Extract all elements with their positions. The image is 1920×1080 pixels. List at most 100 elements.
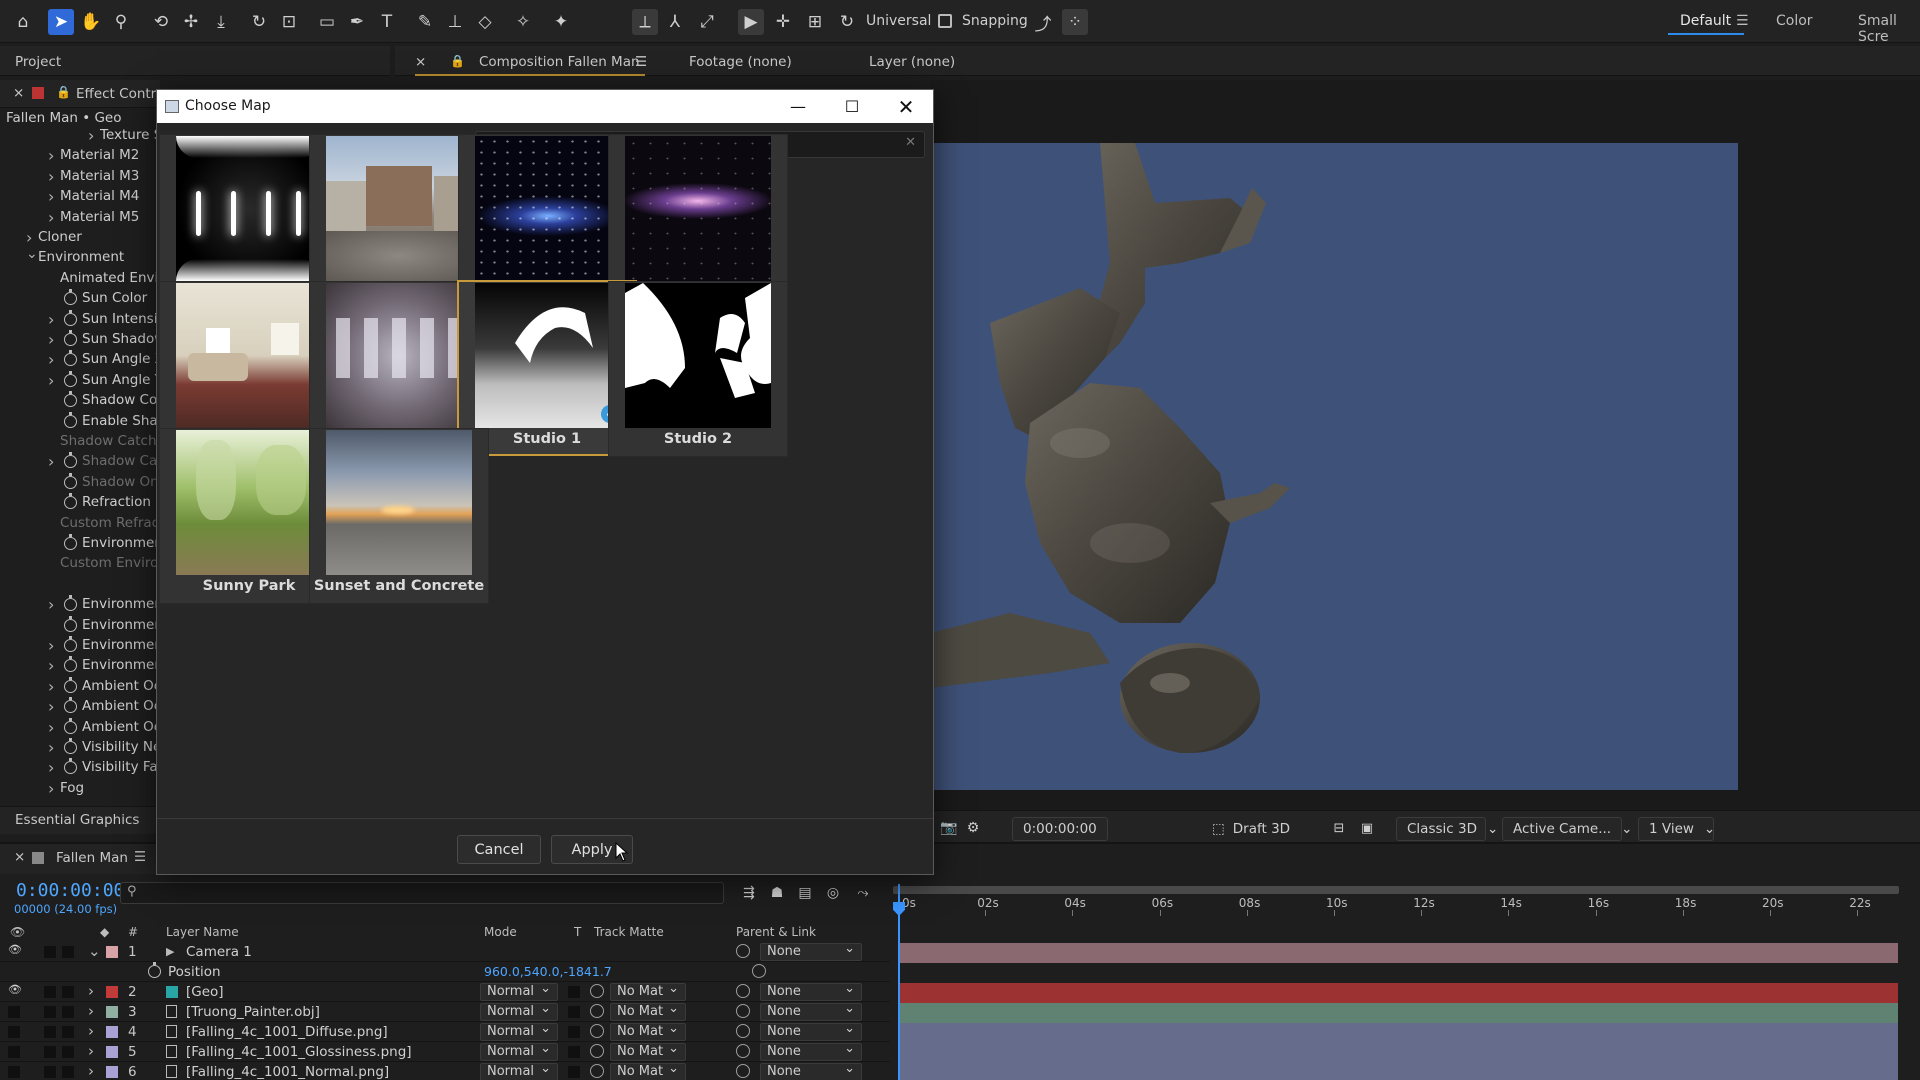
- extended-viewer-icon[interactable]: ▣: [1354, 815, 1380, 841]
- pan-camera-icon[interactable]: ✢: [178, 9, 204, 35]
- zoom-tool-icon[interactable]: ⚲: [108, 9, 134, 35]
- effect-tree-row[interactable]: › Texture S: [0, 126, 160, 146]
- eye-icon[interactable]: 👁: [8, 983, 22, 996]
- effect-controls-tab[interactable]: Effect Contro: [76, 86, 164, 102]
- layer-row[interactable]: › 4 [Falling_4c_1001_Diffuse.png] Normal No …: [0, 1021, 890, 1042]
- chevron-right-icon[interactable]: ›: [48, 779, 54, 798]
- effect-tree-row[interactable]: › Material M5: [0, 208, 160, 228]
- effect-tree-row[interactable]: › Shadow Catc: [0, 452, 160, 472]
- effect-tree-row[interactable]: Animated Enviro: [0, 269, 160, 289]
- effect-tree-row[interactable]: › Material M3: [0, 167, 160, 187]
- column-layer-name[interactable]: Layer Name: [166, 925, 239, 939]
- effect-tree-row[interactable]: Environmen: [0, 534, 160, 554]
- draft-3d-switch-icon[interactable]: ⇶: [736, 880, 762, 906]
- layer-switch-box[interactable]: [44, 1046, 56, 1058]
- workspace-menu-icon[interactable]: ☰: [1736, 13, 1749, 29]
- layer-switch-box[interactable]: [62, 1066, 74, 1078]
- stopwatch-icon[interactable]: [64, 615, 77, 632]
- chevron-right-icon[interactable]: ›: [48, 167, 54, 186]
- snapping-checkbox[interactable]: [938, 14, 952, 28]
- stopwatch-icon[interactable]: [64, 391, 77, 408]
- effect-tree-row[interactable]: › Ambient Occ: [0, 717, 160, 738]
- parent-dropdown[interactable]: None: [760, 1041, 862, 1061]
- effect-tree-row[interactable]: › Material M4: [0, 187, 160, 207]
- local-axis-icon[interactable]: ⅄: [662, 9, 688, 35]
- effect-tree-row[interactable]: › Visibility Far: [0, 758, 160, 778]
- layer-row[interactable]: 👁 › 2 [Geo] Normal No Mat None: [0, 981, 890, 1002]
- preserve-transparency-box[interactable]: [568, 1046, 580, 1058]
- camera-snapshot-icon[interactable]: 📷: [936, 815, 962, 841]
- layer-name[interactable]: [Falling_4c_1001_Glossiness.png]: [186, 1044, 412, 1060]
- visibility-box[interactable]: [8, 1046, 20, 1058]
- effect-tree-row[interactable]: Shadow Catcher: [0, 432, 160, 452]
- chevron-right-icon[interactable]: ›: [48, 697, 54, 716]
- stopwatch-icon[interactable]: [148, 962, 161, 978]
- playhead-handle[interactable]: [893, 902, 905, 916]
- layer-name[interactable]: [Truong_Painter.obj]: [186, 1004, 320, 1020]
- timeline-comp-tab[interactable]: Fallen Man: [56, 850, 128, 866]
- renderer-dropdown[interactable]: Classic 3D ⌄: [1396, 817, 1498, 841]
- chevron-down-icon[interactable]: ⌄: [88, 942, 101, 960]
- parent-pickwhip-icon[interactable]: [736, 1004, 750, 1018]
- chevron-right-icon[interactable]: ›: [88, 1022, 94, 1040]
- layer-duration-bar[interactable]: [898, 1003, 1898, 1023]
- close-icon[interactable]: ×: [14, 849, 25, 865]
- roto-brush-icon[interactable]: ✧: [510, 9, 536, 35]
- effect-tree-row[interactable]: Environmen: [0, 615, 160, 636]
- map-tile-studio2[interactable]: Studio 2: [608, 281, 788, 457]
- parent-dropdown[interactable]: None: [760, 1021, 862, 1041]
- frame-blending-icon[interactable]: ▤: [792, 880, 818, 906]
- 3d-move-icon[interactable]: ▶: [738, 9, 764, 35]
- pen-tool-icon[interactable]: ✒: [344, 9, 370, 35]
- layer-row[interactable]: 👁 ⌄ 1 ▶ Camera 1 None: [0, 941, 890, 962]
- effect-tree-row[interactable]: Refraction M: [0, 493, 160, 513]
- visibility-box[interactable]: [8, 1026, 20, 1038]
- chevron-right-icon[interactable]: ›: [88, 126, 94, 145]
- effect-tree-row[interactable]: Enable Shad: [0, 411, 160, 432]
- universal-label[interactable]: Universal: [866, 13, 931, 29]
- effect-tree-row[interactable]: Custom Refracti: [0, 514, 160, 534]
- layer-name[interactable]: [Falling_4c_1001_Diffuse.png]: [186, 1024, 388, 1040]
- stopwatch-icon[interactable]: [64, 289, 77, 306]
- stopwatch-icon[interactable]: [64, 472, 77, 489]
- layer-search-input[interactable]: ⚲: [120, 882, 724, 904]
- chevron-right-icon[interactable]: ›: [88, 982, 94, 1000]
- effect-tree-row[interactable]: Shadow Colo: [0, 391, 160, 411]
- eye-icon[interactable]: 👁: [8, 943, 22, 956]
- current-time-display[interactable]: 0:00:00:00: [16, 880, 124, 901]
- close-icon[interactable]: ×: [415, 54, 426, 70]
- effect-tree-row[interactable]: Custom Environ: [0, 554, 160, 574]
- project-tab[interactable]: Project: [15, 54, 61, 70]
- chevron-right-icon[interactable]: ›: [48, 718, 54, 737]
- composition-tab[interactable]: Composition Fallen Man: [479, 54, 640, 70]
- chevron-right-icon[interactable]: ›: [48, 738, 54, 757]
- effect-tree-row[interactable]: › Cloner: [0, 228, 160, 248]
- graph-editor-icon[interactable]: ⤳: [850, 880, 876, 906]
- workspace-color[interactable]: Color: [1776, 13, 1813, 29]
- view-layout-dropdown[interactable]: 1 View ⌄: [1638, 817, 1715, 841]
- panel-menu-icon[interactable]: ☰: [635, 54, 647, 70]
- lock-icon[interactable]: 🔒: [56, 85, 71, 99]
- layer-label-color[interactable]: [106, 986, 118, 998]
- position-value[interactable]: 960.0,540.0,-1841.7: [484, 964, 612, 979]
- visibility-box[interactable]: [8, 1066, 20, 1078]
- effect-tree-row[interactable]: › Ambient Occ: [0, 676, 160, 697]
- layer-switch-box[interactable]: [62, 946, 74, 958]
- layer-switch-box[interactable]: [62, 986, 74, 998]
- effect-tree-row[interactable]: › Sun Angle X: [0, 350, 160, 370]
- puppet-pin-icon[interactable]: ✦: [548, 9, 574, 35]
- stopwatch-icon[interactable]: [64, 309, 77, 326]
- track-matte-dropdown[interactable]: No Mat: [610, 1061, 686, 1080]
- effect-tree-row[interactable]: › Material M2: [0, 146, 160, 166]
- layer-label-color[interactable]: [106, 1046, 118, 1058]
- clear-search-icon[interactable]: ✕: [905, 135, 916, 150]
- blend-mode-dropdown[interactable]: Normal: [480, 981, 558, 1001]
- matte-pickwhip-icon[interactable]: [590, 1044, 604, 1058]
- blend-mode-dropdown[interactable]: Normal: [480, 1061, 558, 1080]
- chevron-right-icon[interactable]: ›: [48, 758, 54, 777]
- chevron-right-icon[interactable]: ›: [88, 1002, 94, 1020]
- parent-dropdown[interactable]: None: [760, 941, 862, 961]
- camera-view-dropdown[interactable]: Active Came... ⌄: [1502, 817, 1632, 841]
- close-icon[interactable]: ×: [13, 85, 24, 101]
- layer-switch-box[interactable]: [44, 946, 56, 958]
